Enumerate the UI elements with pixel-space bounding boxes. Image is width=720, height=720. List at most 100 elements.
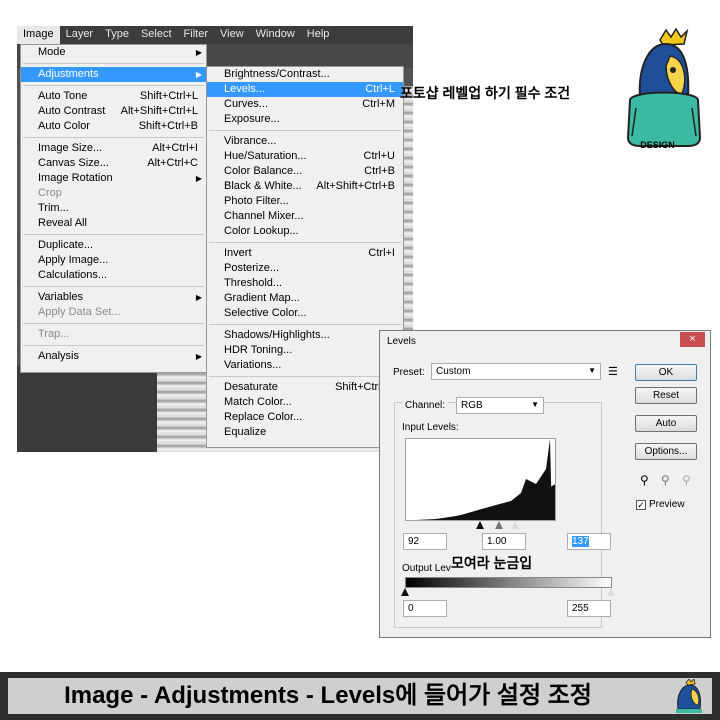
menu-item-match-color[interactable]: Match Color... [207,395,403,410]
input-black-slider[interactable] [476,521,484,529]
menu-item-brightness-contrast[interactable]: Brightness/Contrast... [207,67,403,82]
menu-layer[interactable]: Layer [60,26,100,44]
channel-select[interactable]: RGB ▼ [456,397,544,414]
preset-select[interactable]: Custom ▼ [431,363,601,380]
eyedropper-white-icon[interactable]: ⚲ [682,473,691,487]
menu-item-adjustments[interactable]: Adjustments ▶ [21,67,206,82]
adjustments-submenu: Brightness/Contrast... Levels... Ctrl+L C… [206,66,404,448]
menu-item-selective-color[interactable]: Selective Color... [207,306,403,321]
menu-window[interactable]: Window [250,26,301,44]
dialog-title: Levels [380,331,710,353]
output-gradient-bar [405,577,612,588]
menu-item-black-white[interactable]: Black & White... Alt+Shift+Ctrl+B [207,179,403,194]
menu-item-image-size[interactable]: Image Size... Alt+Ctrl+I [21,141,206,156]
separator [21,231,206,238]
auto-button[interactable]: Auto [635,415,697,432]
menu-item-auto-contrast[interactable]: Auto Contrast Alt+Shift+Ctrl+L [21,104,206,119]
image-menu: Mode ▶ Adjustments ▶ Auto Tone Shift+Ctrl+L… [20,44,207,373]
menu-item-variations[interactable]: Variations... [207,358,403,373]
menu-item-threshold[interactable]: Threshold... [207,276,403,291]
separator [207,321,403,328]
caption-bar: Image - Adjustments - Levels에 들어가 설정 조정 [0,672,720,720]
separator [21,60,206,67]
menu-item-canvas-size[interactable]: Canvas Size... Alt+Ctrl+C [21,156,206,171]
output-black-field[interactable]: 0 [403,600,447,617]
menu-item-vibrance[interactable]: Vibrance... [207,134,403,149]
preset-options-icon[interactable]: ☰ [608,365,618,378]
input-white-slider[interactable] [511,521,519,529]
eyedropper-gray-icon[interactable]: ⚲ [661,473,670,487]
menu-item-invert[interactable]: Invert Ctrl+I [207,246,403,261]
menu-item-apply-data-set: Apply Data Set... [38,306,121,318]
caption-text: Image - Adjustments - Levels에 들어가 설정 조정 [64,682,592,709]
menu-item-posterize[interactable]: Posterize... [207,261,403,276]
penguin-small-icon [676,679,702,713]
menu-item-duplicate[interactable]: Duplicate... [21,238,206,253]
menu-filter[interactable]: Filter [178,26,214,44]
mascot-logo: DESIGN [610,27,705,156]
preset-label: Preset: [393,367,425,378]
annotation-top: 포토샵 레벨업 하기 필수 조건 [400,85,571,101]
menu-type[interactable]: Type [99,26,135,44]
menu-item-calculations[interactable]: Calculations... [21,268,206,283]
annotation-mid: 모여라 눈금입 [451,553,533,573]
menu-item-analysis[interactable]: Analysis ▶ [21,349,206,364]
menu-item-channel-mixer[interactable]: Channel Mixer... [207,209,403,224]
menu-item-apply-image[interactable]: Apply Image... [21,253,206,268]
menu-item-color-balance[interactable]: Color Balance... Ctrl+B [207,164,403,179]
input-levels-label: Input Levels: [402,422,459,433]
input-black-field[interactable]: 92 [403,533,447,550]
input-gamma-slider[interactable] [495,521,503,529]
menu-item-gradient-map[interactable]: Gradient Map... [207,291,403,306]
menu-item-photo-filter[interactable]: Photo Filter... [207,194,403,209]
menu-item-auto-color[interactable]: Auto Color Shift+Ctrl+B [21,119,206,134]
menu-item-equalize[interactable]: Equalize [207,425,403,440]
menu-item-auto-tone[interactable]: Auto Tone Shift+Ctrl+L [21,89,206,104]
separator [21,82,206,89]
menu-item-crop: Crop [38,187,62,199]
menu-item-mode[interactable]: Mode ▶ [21,45,206,60]
menu-image[interactable]: Image [17,26,60,44]
menu-item-desaturate[interactable]: Desaturate Shift+Ctrl+U [207,380,403,395]
menu-item-reveal-all[interactable]: Reveal All [21,216,206,231]
separator [21,283,206,290]
menu-item-levels[interactable]: Levels... Ctrl+L [207,82,403,97]
separator [207,239,403,246]
penguin-mascot-icon [626,27,702,147]
histogram [405,438,581,521]
output-black-slider[interactable] [401,588,409,596]
channel-value: RGB [461,400,483,411]
output-white-slider[interactable] [607,588,615,596]
menu-item-hue-saturation[interactable]: Hue/Saturation... Ctrl+U [207,149,403,164]
chevron-down-icon: ▼ [531,400,539,409]
close-button[interactable]: × [680,332,705,347]
eyedropper-black-icon[interactable]: ⚲ [640,473,649,487]
menu-item-variables[interactable]: Variables ▶ [21,290,206,305]
menu-item-hdr-toning[interactable]: HDR Toning... [207,343,403,358]
separator [207,373,403,380]
menu-view[interactable]: View [214,26,250,44]
menu-select[interactable]: Select [135,26,178,44]
menu-item-image-rotation[interactable]: Image Rotation ▶ [21,171,206,186]
levels-dialog: Levels × Preset: Custom ▼ ☰ Channel: RGB… [379,330,711,638]
menu-item-shadows-highlights[interactable]: Shadows/Highlights... [207,328,403,343]
separator [207,127,403,134]
preview-checkbox[interactable]: ✓ [636,500,646,510]
menu-help[interactable]: Help [301,26,336,44]
options-button[interactable]: Options... [635,443,697,460]
output-white-field[interactable]: 255 [567,600,611,617]
menubar: Image Layer Type Select Filter View Wind… [17,26,413,44]
menu-item-curves[interactable]: Curves... Ctrl+M [207,97,403,112]
channel-label: Channel: [402,400,449,411]
input-white-field[interactable]: 137 [567,533,611,550]
input-gamma-field[interactable]: 1.00 [482,533,526,550]
menu-item-replace-color[interactable]: Replace Color... [207,410,403,425]
menu-item-color-lookup[interactable]: Color Lookup... [207,224,403,239]
menu-item-trim[interactable]: Trim... [21,201,206,216]
preset-value: Custom [436,366,471,377]
ok-button[interactable]: OK [635,364,697,381]
canvas-dark-area [17,366,157,452]
reset-button[interactable]: Reset [635,387,697,404]
menu-item-exposure[interactable]: Exposure... [207,112,403,127]
menu-item-trap: Trap... [38,328,70,340]
